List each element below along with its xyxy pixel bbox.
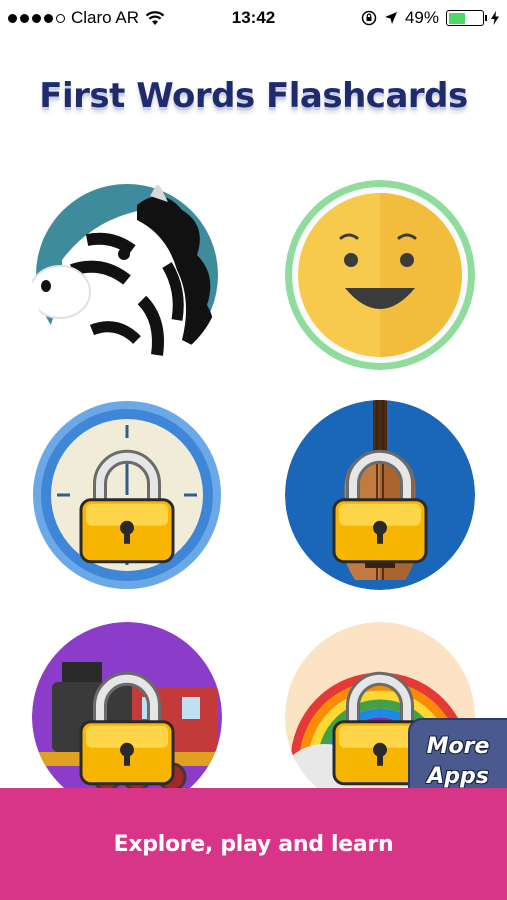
- category-tile-time[interactable]: [32, 400, 222, 590]
- category-tile-music[interactable]: [285, 400, 475, 590]
- category-tile-animals[interactable]: [32, 180, 222, 370]
- charging-bolt-icon: [491, 11, 499, 25]
- status-bar: Claro AR 13:42 49%: [0, 0, 507, 36]
- smiley-face-icon: [285, 180, 475, 370]
- category-tile-vehicles[interactable]: [32, 622, 222, 812]
- app-title: First Words Flashcards: [39, 76, 468, 116]
- location-arrow-icon: [384, 12, 397, 24]
- padlock-icon: [79, 449, 175, 564]
- padlock-icon: [79, 671, 175, 786]
- status-right: 49%: [361, 8, 499, 28]
- category-tile-feelings[interactable]: [285, 180, 475, 370]
- battery-level: [448, 12, 465, 24]
- orientation-lock-icon: [361, 10, 377, 26]
- zebra-icon: [32, 180, 222, 370]
- more-apps-label-line1: More: [426, 734, 490, 759]
- padlock-icon: [332, 449, 428, 564]
- footer-banner[interactable]: Explore, play and learn: [0, 788, 507, 900]
- battery-icon: [446, 10, 487, 26]
- footer-tagline: Explore, play and learn: [113, 831, 394, 857]
- battery-percent: 49%: [404, 8, 439, 27]
